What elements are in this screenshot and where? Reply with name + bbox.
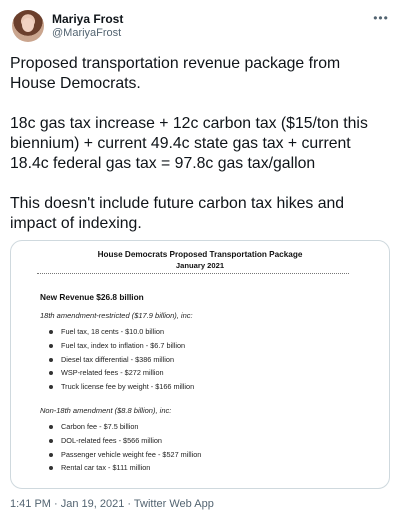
list-item: Truck license fee by weight - $166 milli… bbox=[47, 380, 194, 394]
list-item: Passenger vehicle weight fee - $527 mill… bbox=[47, 448, 201, 462]
author-name[interactable]: Mariya Frost bbox=[52, 12, 123, 26]
document-heading: New Revenue $26.8 billion bbox=[40, 292, 144, 302]
list-item: Fuel tax, 18 cents - $10.0 billion bbox=[47, 325, 194, 339]
tweet-paragraph: This doesn't include future carbon tax h… bbox=[10, 195, 345, 232]
avatar-face bbox=[22, 18, 34, 32]
list-item: DOL-related fees - $566 million bbox=[47, 434, 201, 448]
section-title: 18th amendment-restricted ($17.9 billion… bbox=[40, 311, 193, 320]
document-divider bbox=[37, 273, 349, 274]
bullet-list: Carbon fee - $7.5 billion DOL-related fe… bbox=[47, 420, 201, 475]
more-horizontal-icon[interactable]: ••• bbox=[371, 12, 391, 28]
tweet-paragraph: Proposed transportation revenue package … bbox=[10, 55, 341, 92]
tweet-paragraph: 18c gas tax increase + 12c carbon tax ($… bbox=[10, 115, 368, 172]
list-item: Diesel tax differential - $386 million bbox=[47, 353, 194, 367]
list-item: Rental car tax - $111 million bbox=[47, 461, 201, 475]
tweet: Mariya Frost @MariyaFrost ••• Proposed t… bbox=[0, 0, 401, 517]
tweet-text: Proposed transportation revenue package … bbox=[10, 54, 390, 234]
bullet-list: Fuel tax, 18 cents - $10.0 billion Fuel … bbox=[47, 325, 194, 394]
document-image: House Democrats Proposed Transportation … bbox=[11, 241, 389, 488]
tweet-header: Mariya Frost @MariyaFrost ••• bbox=[12, 10, 391, 44]
document-title: House Democrats Proposed Transportation … bbox=[97, 250, 303, 259]
list-item: WSP-related fees - $272 million bbox=[47, 366, 194, 380]
section-title: Non-18th amendment ($8.8 billion), inc: bbox=[40, 406, 172, 415]
tweet-timestamp[interactable]: 1:41 PM · Jan 19, 2021 · Twitter Web App bbox=[10, 498, 214, 510]
avatar[interactable] bbox=[12, 10, 44, 42]
tweet-image[interactable]: House Democrats Proposed Transportation … bbox=[10, 240, 390, 489]
list-item: Carbon fee - $7.5 billion bbox=[47, 420, 201, 434]
document-subtitle: January 2021 bbox=[175, 261, 225, 270]
list-item: Fuel tax, index to inflation - $6.7 bill… bbox=[47, 339, 194, 353]
author-handle[interactable]: @MariyaFrost bbox=[52, 27, 121, 39]
